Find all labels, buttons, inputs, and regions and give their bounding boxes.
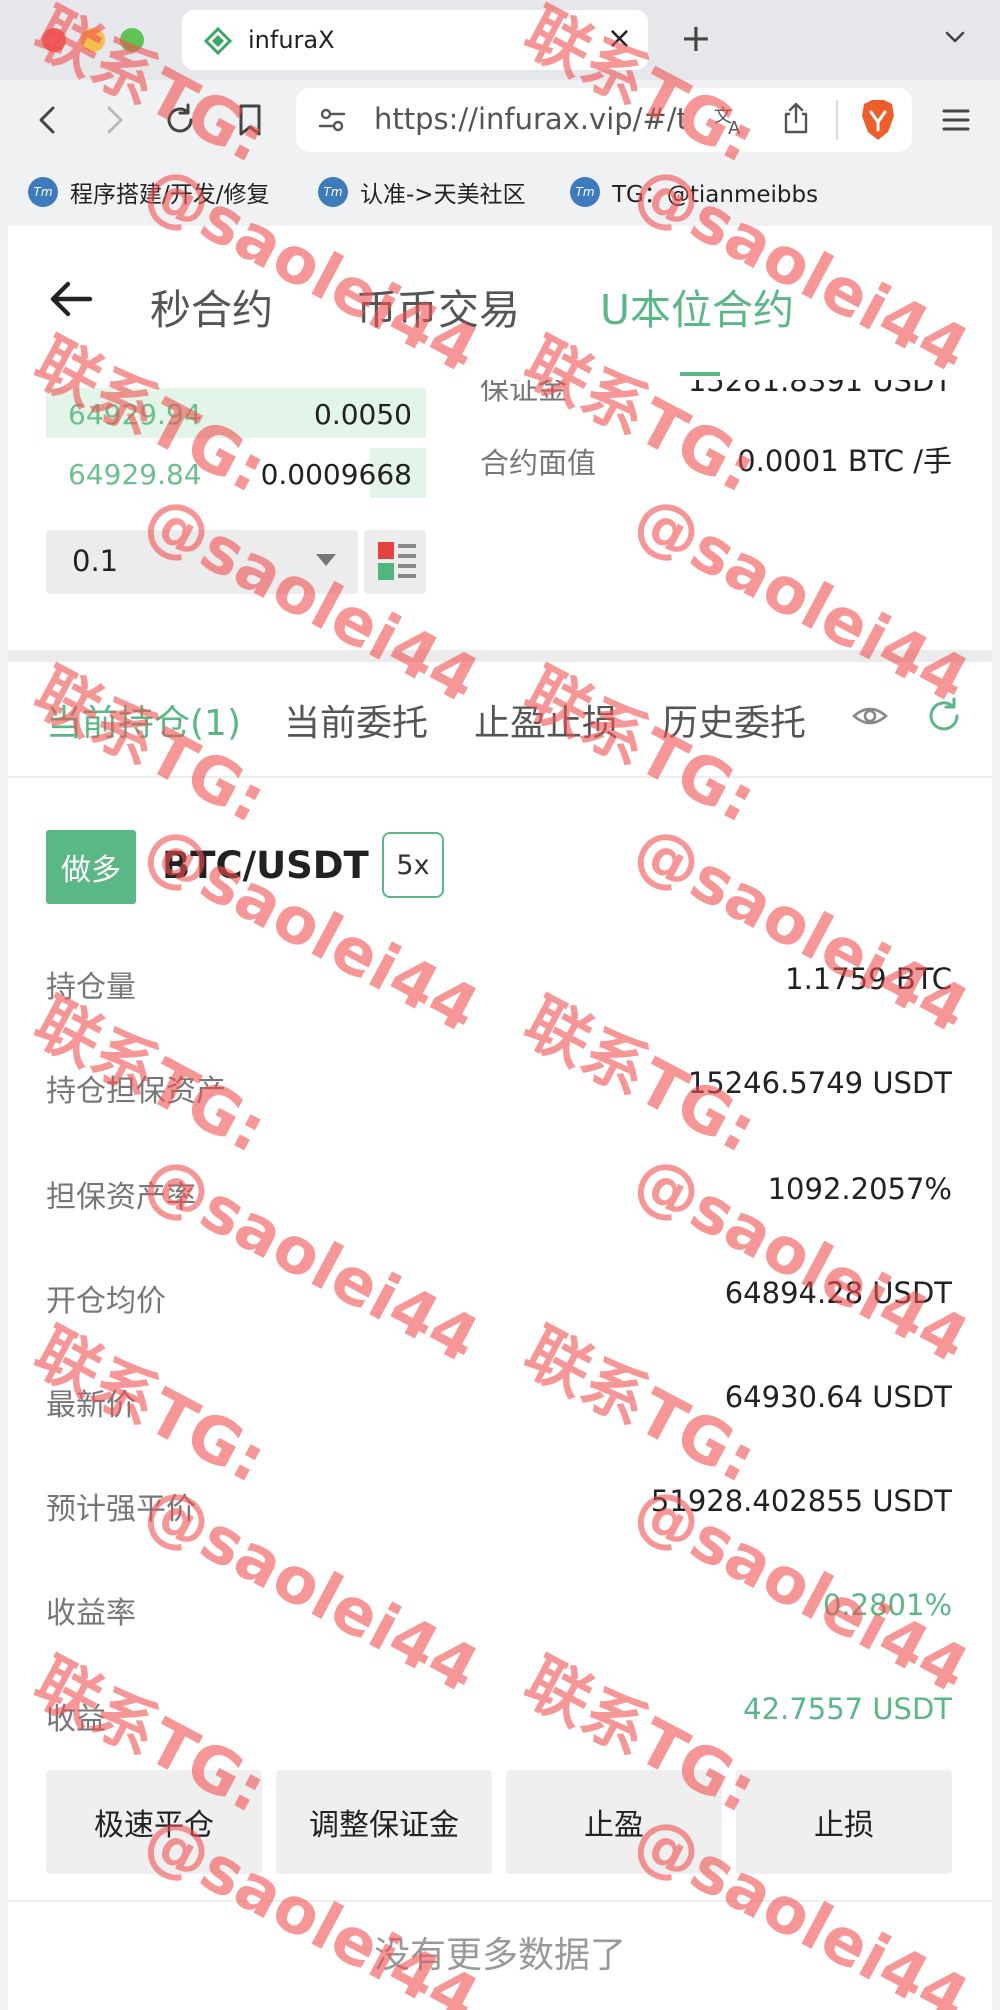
tabs-divider bbox=[8, 776, 992, 778]
orderbook-bid-row[interactable]: 64929.94 0.0050 bbox=[46, 388, 426, 438]
entry-price-label: 开仓均价 bbox=[46, 1284, 166, 1319]
menu-icon[interactable] bbox=[936, 100, 976, 140]
url-text[interactable]: https://infurax.vip/#/tr... bbox=[374, 102, 684, 136]
stop-loss-button[interactable]: 止损 bbox=[736, 1770, 952, 1874]
refresh-icon[interactable] bbox=[924, 696, 964, 736]
last-price-value: 64930.64 USDT bbox=[724, 1380, 952, 1414]
bookmark-logo-icon: Tm bbox=[570, 177, 600, 207]
browser-toolbar: https://infurax.vip/#/tr... 文 A Tm 程序搭建/… bbox=[0, 80, 1000, 242]
orderbook-bid-row[interactable]: 64929.84 0.0009668 bbox=[46, 448, 426, 498]
orderbook-layout-icon bbox=[378, 542, 416, 580]
bid-price: 64929.84 bbox=[68, 458, 202, 491]
no-more-data-text: 没有更多数据了 bbox=[373, 1935, 626, 1976]
liquidation-price-label: 预计强平价 bbox=[46, 1492, 196, 1527]
quick-close-button[interactable]: 极速平仓 bbox=[46, 1770, 262, 1874]
bookmark-label: TG：@tianmeibbs bbox=[612, 182, 819, 208]
liquidation-price-value: 51928.402855 USDT bbox=[650, 1484, 952, 1518]
tab-second-contract[interactable]: 秒合约 bbox=[150, 276, 273, 336]
tab-open-orders[interactable]: 当前委托 bbox=[284, 694, 428, 746]
reload-icon[interactable] bbox=[160, 100, 200, 140]
caret-down-icon bbox=[316, 554, 336, 566]
precision-value: 0.1 bbox=[72, 544, 119, 578]
bookmark-item-dev[interactable]: Tm 程序搭建/开发/修复 bbox=[28, 172, 270, 212]
position-collateral-label: 持仓担保资产 bbox=[46, 1074, 226, 1109]
tab-title: infuraX bbox=[248, 26, 335, 54]
page-content: 64929.94 0.0050 64929.84 0.0009668 保证金 1… bbox=[8, 226, 992, 2010]
window-zoom-button[interactable] bbox=[120, 28, 144, 52]
bookmark-logo-icon: Tm bbox=[318, 177, 348, 207]
new-tab-icon[interactable]: + bbox=[680, 18, 712, 58]
collateral-ratio-value: 1092.2057% bbox=[767, 1172, 952, 1206]
address-divider bbox=[836, 100, 838, 140]
bid-price: 64929.94 bbox=[68, 398, 202, 431]
bookmark-item-tg[interactable]: Tm TG：@tianmeibbs bbox=[570, 172, 818, 212]
precision-select[interactable]: 0.1 bbox=[46, 530, 358, 594]
trade-header: 秒合约 币币交易 U本位合约 bbox=[8, 226, 992, 380]
site-settings-icon[interactable] bbox=[316, 104, 348, 136]
bookmark-label: 认准->天美社区 bbox=[360, 182, 526, 208]
share-icon[interactable] bbox=[778, 100, 814, 136]
address-bar[interactable]: https://infurax.vip/#/tr... 文 A bbox=[296, 88, 912, 152]
section-divider bbox=[8, 650, 992, 662]
orderbook-layout-button[interactable] bbox=[364, 530, 426, 594]
svg-text:A: A bbox=[728, 118, 741, 138]
window-close-button[interactable] bbox=[42, 28, 66, 52]
active-tab-underline bbox=[680, 372, 720, 376]
direction-badge: 做多 bbox=[46, 830, 136, 904]
tab-spot-trading[interactable]: 币币交易 bbox=[356, 276, 520, 336]
position-size-label: 持仓量 bbox=[46, 970, 136, 1005]
browser-tab-active[interactable]: infuraX × bbox=[182, 10, 648, 70]
browser-tab-bar: infuraX × + bbox=[0, 0, 1000, 80]
forward-nav-icon[interactable] bbox=[94, 100, 134, 140]
entry-price-value: 64894.28 USDT bbox=[724, 1276, 952, 1310]
tab-tp-sl[interactable]: 止盈止损 bbox=[474, 694, 618, 746]
bookmark-icon[interactable] bbox=[230, 100, 270, 140]
roi-value: 0.2801% bbox=[822, 1588, 952, 1622]
translate-icon[interactable]: 文 A bbox=[712, 102, 748, 138]
tab-current-positions[interactable]: 当前持仓(1) bbox=[46, 694, 241, 746]
tab-usdt-futures[interactable]: U本位合约 bbox=[600, 276, 794, 336]
face-value-label: 合约面值 bbox=[480, 446, 597, 480]
collateral-ratio-label: 担保资产率 bbox=[46, 1180, 196, 1215]
bid-quantity: 0.0009668 bbox=[260, 458, 412, 491]
face-value: 0.0001 BTC /手 bbox=[737, 444, 952, 478]
position-size-value: 1.1759 BTC bbox=[785, 962, 952, 996]
bid-quantity: 0.0050 bbox=[314, 398, 412, 431]
back-nav-icon[interactable] bbox=[28, 100, 68, 140]
bookmark-logo-icon: Tm bbox=[28, 177, 58, 207]
site-favicon-icon bbox=[204, 27, 232, 55]
tab-order-history[interactable]: 历史委托 bbox=[662, 694, 806, 746]
bookmark-item-community[interactable]: Tm 认准->天美社区 bbox=[318, 172, 526, 212]
list-end-divider bbox=[8, 1900, 992, 1902]
pnl-label: 收益 bbox=[46, 1702, 106, 1737]
roi-label: 收益率 bbox=[46, 1596, 136, 1631]
position-collateral-value: 15246.5749 USDT bbox=[687, 1066, 952, 1100]
bookmark-label: 程序搭建/开发/修复 bbox=[70, 182, 270, 208]
last-price-label: 最新价 bbox=[46, 1388, 136, 1423]
take-profit-button[interactable]: 止盈 bbox=[506, 1770, 722, 1874]
adjust-margin-button[interactable]: 调整保证金 bbox=[276, 1770, 492, 1874]
tab-close-icon[interactable]: × bbox=[607, 22, 632, 56]
window-minimize-button[interactable] bbox=[81, 28, 105, 52]
pnl-value: 42.7557 USDT bbox=[743, 1692, 952, 1726]
leverage-badge: 5x bbox=[382, 832, 444, 898]
back-arrow-icon[interactable] bbox=[46, 274, 96, 324]
eye-icon[interactable] bbox=[850, 696, 890, 736]
tab-list-chevron-icon[interactable] bbox=[940, 22, 970, 52]
brave-shield-icon[interactable] bbox=[858, 98, 898, 142]
position-symbol: BTC/USDT bbox=[162, 844, 369, 887]
